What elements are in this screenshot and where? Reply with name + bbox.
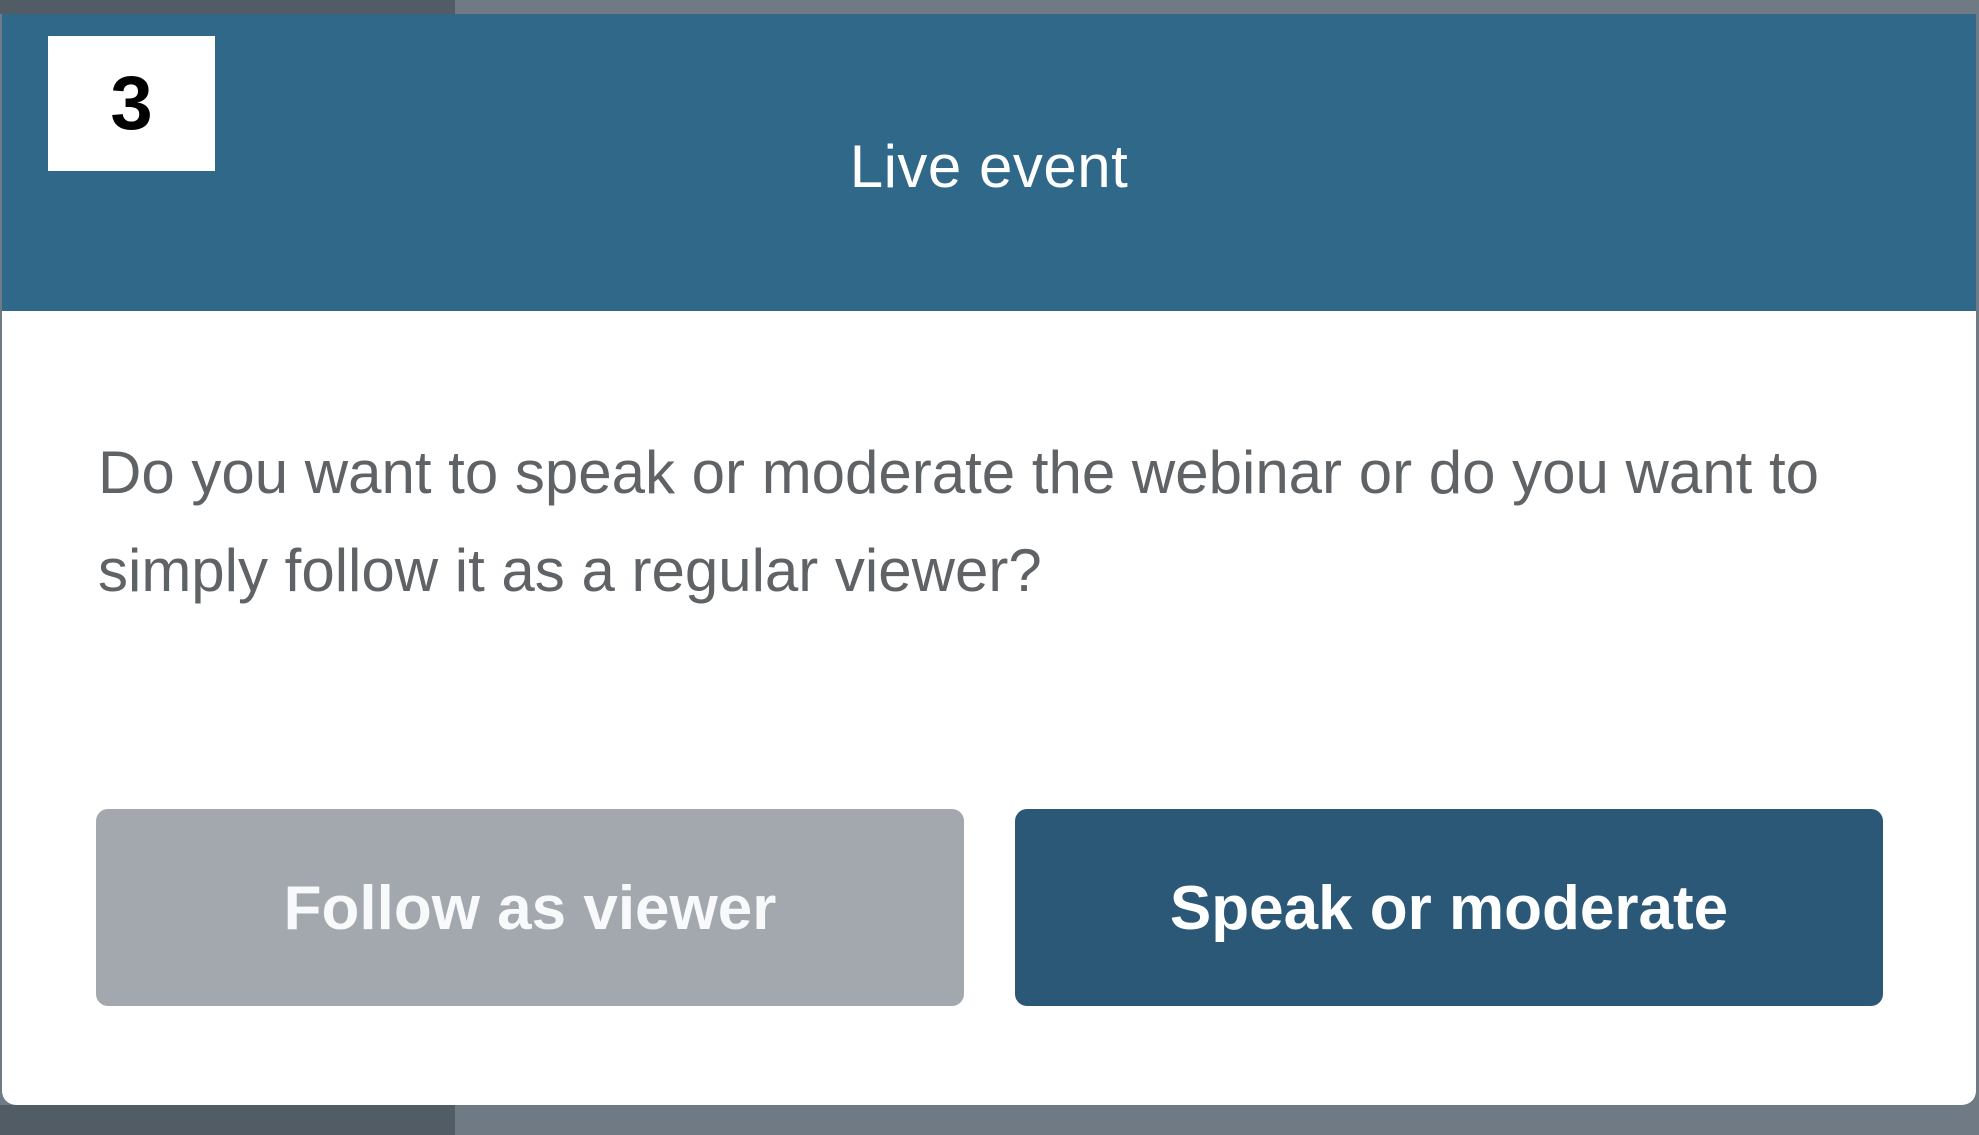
backdrop-strip-top: [0, 0, 455, 14]
speak-or-moderate-button[interactable]: Speak or moderate: [1015, 809, 1883, 1006]
backdrop-strip-bottom: [0, 1105, 455, 1135]
dialog-message: Do you want to speak or moderate the web…: [98, 439, 1819, 604]
live-event-dialog: Live event Do you want to speak or moder…: [2, 14, 1976, 1105]
follow-as-viewer-button[interactable]: Follow as viewer: [96, 809, 964, 1006]
step-number-badge: 3: [48, 36, 215, 171]
dialog-header: Live event: [2, 14, 1976, 311]
dialog-title: Live event: [849, 133, 1129, 200]
